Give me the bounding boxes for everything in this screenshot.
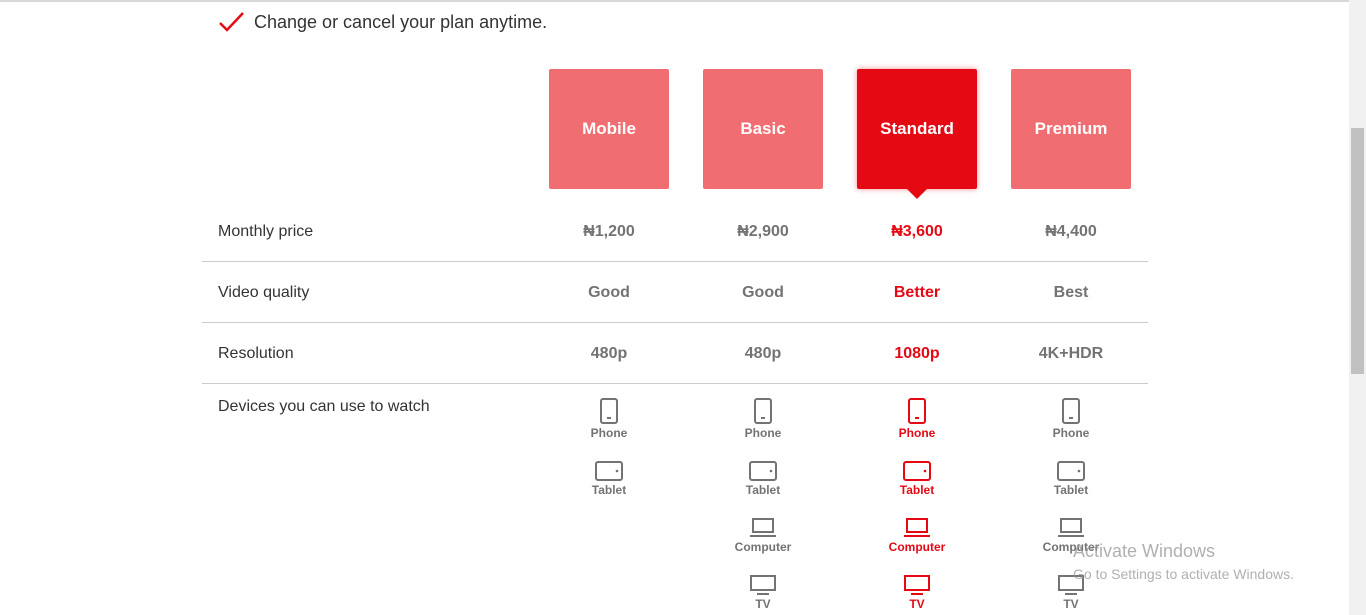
quality-mobile: Good <box>588 284 630 301</box>
row-video-quality: Video quality Good Good Better Best <box>202 262 1148 323</box>
device-label: TV <box>909 597 925 611</box>
tv-icon <box>1058 575 1084 595</box>
plan-card-standard[interactable]: Standard <box>857 69 977 199</box>
row-monthly-price: Monthly price ₦1,200 ₦2,900 ₦3,600 ₦4,40… <box>202 200 1148 262</box>
top-divider <box>0 0 1349 2</box>
phone-icon <box>754 398 772 424</box>
plan-name: Standard <box>880 119 954 138</box>
price-basic: ₦2,900 <box>737 223 789 240</box>
device-tv: TV <box>857 569 977 611</box>
device-computer: Computer <box>857 512 977 554</box>
device-tv: TV <box>1011 569 1131 611</box>
plan-name: Mobile <box>582 119 636 138</box>
resolution-mobile: 480p <box>590 345 628 362</box>
device-phone: Phone <box>857 398 977 440</box>
device-label: Tablet <box>591 483 627 497</box>
computer-icon <box>904 518 930 537</box>
phone-icon <box>908 398 926 424</box>
resolution-basic: 480p <box>744 345 782 362</box>
quality-premium: Best <box>1053 284 1089 301</box>
plan-name: Basic <box>740 119 786 138</box>
perk-text: Change or cancel your plan anytime. <box>254 11 548 32</box>
resolution-premium: 4K+HDR <box>1038 345 1104 362</box>
tablet-icon <box>1057 461 1085 481</box>
tablet-icon <box>903 461 931 481</box>
row-label: Resolution <box>218 345 294 362</box>
row-label: Video quality <box>218 284 310 301</box>
resolution-standard: 1080p <box>894 345 940 362</box>
device-label: TV <box>755 597 771 611</box>
device-label: Tablet <box>899 483 935 497</box>
device-label: Computer <box>1042 540 1100 554</box>
device-label: Phone <box>590 426 628 440</box>
device-label: Computer <box>734 540 792 554</box>
quality-basic: Good <box>742 284 784 301</box>
row-resolution: Resolution 480p 480p 1080p 4K+HDR <box>202 323 1148 384</box>
checkmark-icon <box>219 12 244 32</box>
device-phone: Phone <box>549 398 669 440</box>
device-phone: Phone <box>703 398 823 440</box>
tablet-icon <box>749 461 777 481</box>
plan-card-mobile[interactable]: Mobile <box>549 69 669 189</box>
device-label: TV <box>1063 597 1079 611</box>
price-mobile: ₦1,200 <box>583 223 635 240</box>
plan-name: Premium <box>1034 119 1108 138</box>
device-tablet: Tablet <box>1011 455 1131 497</box>
device-label: Computer <box>888 540 946 554</box>
quality-standard: Better <box>893 284 941 301</box>
tv-icon <box>750 575 776 595</box>
device-phone: Phone <box>1011 398 1131 440</box>
price-standard: ₦3,600 <box>891 223 943 240</box>
device-tv: TV <box>703 569 823 611</box>
device-tablet: Tablet <box>549 455 669 497</box>
device-label: Tablet <box>1053 483 1089 497</box>
perk-change-cancel: Change or cancel your plan anytime. <box>218 10 547 34</box>
tablet-icon <box>595 461 623 481</box>
price-premium: ₦4,400 <box>1045 223 1097 240</box>
device-tablet: Tablet <box>857 455 977 497</box>
scrollbar-thumb[interactable] <box>1351 128 1364 374</box>
computer-icon <box>750 518 776 537</box>
device-label: Phone <box>744 426 782 440</box>
device-label: Tablet <box>745 483 781 497</box>
phone-icon <box>1062 398 1080 424</box>
plan-card-premium[interactable]: Premium <box>1011 69 1131 189</box>
phone-icon <box>600 398 618 424</box>
computer-icon <box>1058 518 1084 537</box>
row-devices: Devices you can use to watch Phone Table… <box>202 384 1148 615</box>
device-label: Phone <box>1052 426 1090 440</box>
row-label: Devices you can use to watch <box>218 398 430 415</box>
device-tablet: Tablet <box>703 455 823 497</box>
device-computer: Computer <box>703 512 823 554</box>
tv-icon <box>904 575 930 595</box>
row-label: Monthly price <box>218 223 314 240</box>
device-computer: Computer <box>1011 512 1131 554</box>
device-label: Phone <box>898 426 936 440</box>
plan-card-basic[interactable]: Basic <box>703 69 823 189</box>
